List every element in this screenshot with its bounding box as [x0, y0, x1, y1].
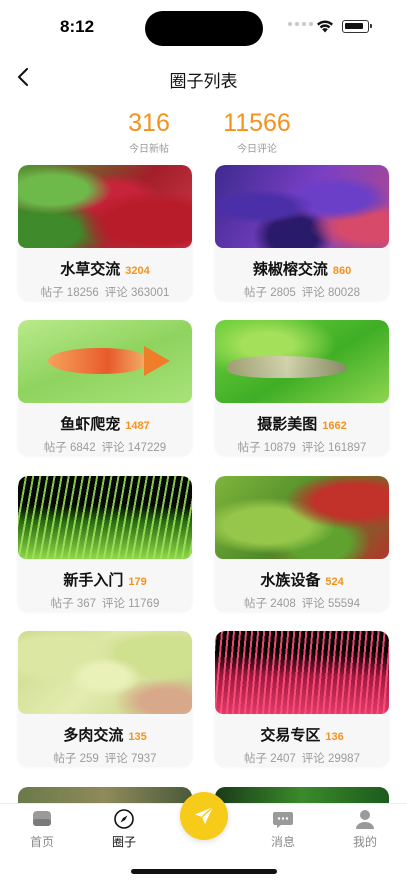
- signal-icon: [288, 22, 313, 26]
- post-count: 帖子 367: [50, 598, 97, 610]
- battery-icon: [342, 20, 372, 33]
- tab-label: 圈子: [111, 835, 136, 849]
- tab-label: 我的: [352, 835, 377, 849]
- circle-image: [215, 320, 389, 403]
- stat-label: 今日新帖: [129, 144, 169, 155]
- navigation-bar: 圈子列表: [0, 56, 407, 100]
- circle-image: [18, 165, 192, 248]
- circle-image: [215, 165, 389, 248]
- comment-count: 评论 161897: [301, 442, 367, 454]
- circle-card[interactable]: 摄影美图 1662 帖子 10879 评论 161897: [215, 320, 389, 455]
- stat-value: 11566: [223, 109, 291, 137]
- tab-circle[interactable]: 圈子: [94, 808, 154, 850]
- tab-messages[interactable]: 消息: [253, 808, 313, 850]
- compass-icon: [114, 809, 134, 829]
- post-count: 帖子 259: [53, 753, 99, 765]
- circle-count-badge: 860: [332, 265, 352, 277]
- user-icon: [356, 810, 374, 829]
- stat-label: 今日评论: [237, 144, 277, 155]
- circle-count-badge: 179: [128, 576, 147, 588]
- circle-name: 新手入门: [63, 572, 124, 589]
- circle-image: [215, 476, 389, 559]
- circle-count-badge: 1487: [125, 420, 150, 432]
- tab-home[interactable]: 首页: [12, 808, 72, 850]
- comment-count: 评论 363001: [104, 287, 170, 299]
- circle-image: [18, 320, 192, 403]
- comment-count: 评论 11769: [102, 598, 160, 610]
- wifi-icon: [317, 20, 333, 33]
- comment-count: 评论 147229: [101, 442, 167, 454]
- circle-name: 摄影美图: [257, 416, 318, 433]
- message-icon: [273, 812, 293, 828]
- circle-count-badge: 136: [325, 731, 344, 743]
- post-count: 帖子 2408: [244, 598, 296, 610]
- page-title: 圈子列表: [169, 72, 238, 91]
- circle-count-badge: 1662: [322, 420, 347, 432]
- circle-count-badge: 3204: [125, 265, 150, 277]
- post-count: 帖子 18256: [40, 287, 99, 299]
- home-indicator: [131, 869, 277, 874]
- today-stats: 316 今日新帖 11566 今日评论: [0, 108, 407, 156]
- circle-card[interactable]: 多肉交流 135 帖子 259 评论 7937: [18, 631, 192, 766]
- post-count: 帖子 6842: [43, 442, 96, 454]
- post-count: 帖子 10879: [237, 442, 296, 454]
- dynamic-island: [145, 11, 263, 46]
- tab-label: 消息: [270, 835, 295, 849]
- circle-name: 水草交流: [60, 261, 121, 278]
- circle-card[interactable]: 水草交流 3204 帖子 18256 评论 363001: [18, 165, 192, 300]
- post-count: 帖子 2805: [244, 287, 296, 299]
- circle-card[interactable]: 新手入门 179 帖子 367 评论 11769: [18, 476, 192, 611]
- comment-count: 评论 29987: [301, 753, 360, 765]
- stat-value: 316: [128, 109, 170, 137]
- circle-name: 交易专区: [260, 727, 321, 744]
- circle-image: [18, 631, 192, 714]
- circle-card[interactable]: 水族设备 524 帖子 2408 评论 55594: [215, 476, 389, 611]
- circle-image: [18, 476, 192, 559]
- circle-name: 辣椒榕交流: [252, 261, 328, 278]
- comment-count: 评论 80028: [301, 287, 360, 299]
- circle-name: 水族设备: [260, 572, 321, 589]
- tab-mine[interactable]: 我的: [335, 808, 395, 850]
- circle-image: [215, 631, 389, 714]
- circle-card[interactable]: 辣椒榕交流 860 帖子 2805 评论 80028: [215, 165, 389, 300]
- stat-new-posts: 316 今日新帖: [89, 108, 209, 155]
- circle-count-badge: 524: [325, 576, 344, 588]
- publish-button[interactable]: [180, 792, 228, 840]
- status-time: 8:12: [60, 17, 95, 36]
- comment-count: 评论 7937: [104, 753, 157, 765]
- send-icon: [195, 806, 214, 824]
- home-icon: [33, 811, 51, 826]
- tab-label: 首页: [29, 835, 54, 849]
- circle-card[interactable]: 交易专区 136 帖子 2407 评论 29987: [215, 631, 389, 766]
- post-count: 帖子 2407: [244, 753, 296, 765]
- circle-name: 鱼虾爬宠: [60, 416, 121, 433]
- circle-name: 多肉交流: [63, 727, 124, 744]
- status-bar: 8:12: [0, 0, 407, 56]
- stat-comments: 11566 今日评论: [197, 108, 317, 155]
- circle-card[interactable]: 鱼虾爬宠 1487 帖子 6842 评论 147229: [18, 320, 192, 455]
- comment-count: 评论 55594: [301, 598, 360, 610]
- circle-count-badge: 135: [128, 731, 147, 743]
